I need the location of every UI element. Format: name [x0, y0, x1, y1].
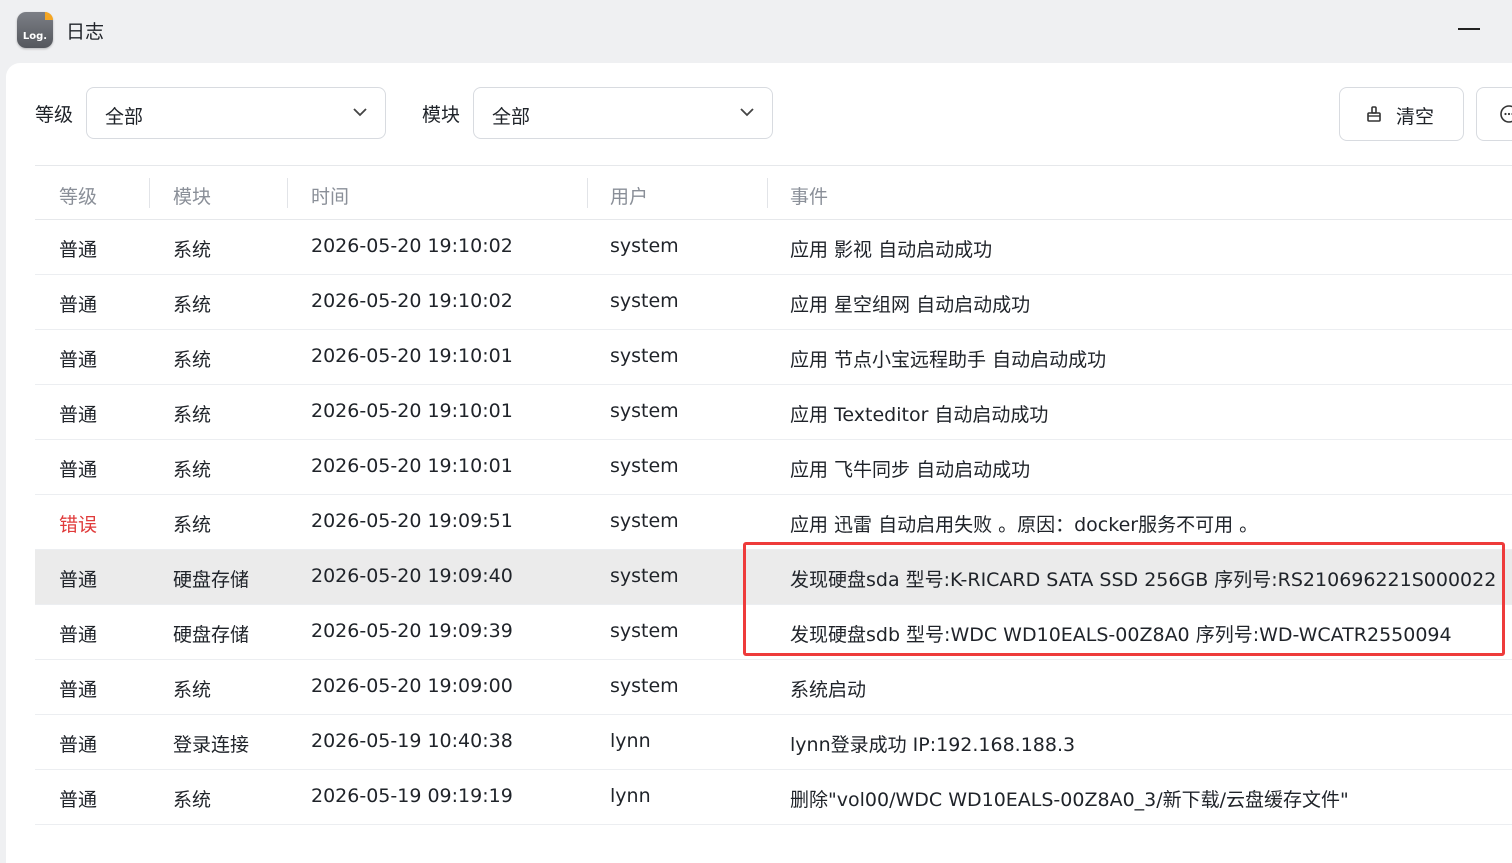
cell-module: 系统: [173, 679, 212, 701]
cell-event: 应用 Texteditor 自动启动成功: [790, 404, 1049, 426]
cell-level-error: 错误: [59, 514, 98, 536]
cell-module: 登录连接: [173, 734, 250, 756]
cell-time: 2026-05-20 19:10:01: [311, 455, 513, 477]
table-row[interactable]: 普通 系统 2026-05-20 19:10:01 system 应用 飞牛同步…: [35, 440, 1512, 495]
cell-user: system: [610, 620, 679, 642]
cell-time: 2026-05-20 19:09:00: [311, 675, 513, 697]
cell-user: lynn: [610, 785, 651, 807]
cell-event: 应用 飞牛同步 自动启动成功: [790, 459, 1031, 481]
cell-level: 普通: [59, 294, 98, 316]
table-row[interactable]: 普通 系统 2026-05-19 09:19:19 lynn 删除"vol00/…: [35, 770, 1512, 825]
cell-module: 硬盘存储: [173, 569, 250, 591]
cell-level: 普通: [59, 624, 98, 646]
header-level[interactable]: 等级: [59, 182, 97, 209]
cell-event: 发现硬盘sdb 型号:WDC WD10EALS-00Z8A0 序列号:WD-WC…: [790, 624, 1452, 646]
cell-event: 应用 影视 自动启动成功: [790, 239, 993, 261]
cell-time: 2026-05-20 19:10:01: [311, 400, 513, 422]
cell-level: 普通: [59, 679, 98, 701]
cell-module: 系统: [173, 459, 212, 481]
table-row[interactable]: 普通 系统 2026-05-20 19:09:00 system 系统启动: [35, 660, 1512, 715]
table-row[interactable]: 普通 系统 2026-05-20 19:10:02 system 应用 影视 自…: [35, 220, 1512, 275]
log-app-icon: Log.: [17, 12, 53, 48]
cell-time: 2026-05-19 10:40:38: [311, 730, 513, 752]
cell-user: system: [610, 235, 679, 257]
header-module[interactable]: 模块: [173, 182, 211, 209]
cell-user: system: [610, 675, 679, 697]
cell-module: 硬盘存储: [173, 624, 250, 646]
cell-module: 系统: [173, 294, 212, 316]
table-row[interactable]: 普通 系统 2026-05-20 19:10:01 system 应用 节点小宝…: [35, 330, 1512, 385]
cell-user: system: [610, 290, 679, 312]
header-user[interactable]: 用户: [610, 182, 648, 209]
cell-event: 发现硬盘sda 型号:K-RICARD SATA SSD 256GB 序列号:R…: [790, 569, 1497, 591]
broom-icon: [1367, 106, 1381, 122]
cell-level: 普通: [59, 789, 98, 811]
cell-level: 普通: [59, 459, 98, 481]
log-table: 等级 模块 时间 用户 事件 普通 系统 2026-05-20 19:10:02…: [35, 165, 1512, 825]
table-header: 等级 模块 时间 用户 事件: [35, 165, 1512, 220]
window-title: 日志: [66, 21, 105, 43]
cell-level: 普通: [59, 734, 98, 756]
cell-level: 普通: [59, 349, 98, 371]
level-select[interactable]: 全部: [86, 87, 386, 139]
chevron-down-icon: [740, 108, 754, 117]
cell-user: system: [610, 565, 679, 587]
cell-time: 2026-05-20 19:09:40: [311, 565, 513, 587]
cell-level: 普通: [59, 404, 98, 426]
clear-button[interactable]: 清空: [1339, 87, 1464, 141]
cell-event: 应用 节点小宝远程助手 自动启动成功: [790, 349, 1107, 371]
table-row[interactable]: 普通 系统 2026-05-20 19:10:02 system 应用 星空组网…: [35, 275, 1512, 330]
cell-module: 系统: [173, 404, 212, 426]
table-row-selected[interactable]: 普通 硬盘存储 2026-05-20 19:09:40 system 发现硬盘s…: [35, 550, 1512, 605]
cell-module: 系统: [173, 514, 212, 536]
header-event[interactable]: 事件: [790, 182, 828, 209]
module-select[interactable]: 全部: [473, 87, 773, 139]
cell-event: 系统启动: [790, 679, 867, 701]
cell-level: 普通: [59, 569, 98, 591]
cell-user: system: [610, 400, 679, 422]
cell-time: 2026-05-20 19:09:51: [311, 510, 513, 532]
cell-user: system: [610, 510, 679, 532]
cell-time: 2026-05-20 19:10:01: [311, 345, 513, 367]
module-filter-label: 模块: [422, 104, 461, 126]
header-time[interactable]: 时间: [311, 182, 349, 209]
title-bar: Log. 日志: [0, 0, 1512, 62]
table-row[interactable]: 错误 系统 2026-05-20 19:09:51 system 应用 迅雷 自…: [35, 495, 1512, 550]
cell-user: lynn: [610, 730, 651, 752]
cell-user: system: [610, 345, 679, 367]
minimize-button[interactable]: [1458, 28, 1480, 30]
more-button[interactable]: [1476, 87, 1512, 141]
level-select-value: 全部: [105, 106, 144, 128]
cell-module: 系统: [173, 349, 212, 371]
more-icon: [1500, 105, 1512, 123]
table-row[interactable]: 普通 登录连接 2026-05-19 10:40:38 lynn lynn登录成…: [35, 715, 1512, 770]
cell-time: 2026-05-20 19:10:02: [311, 290, 513, 312]
level-filter-label: 等级: [35, 104, 74, 126]
clear-button-label: 清空: [1396, 106, 1435, 128]
cell-time: 2026-05-20 19:10:02: [311, 235, 513, 257]
module-select-value: 全部: [492, 106, 531, 128]
cell-module: 系统: [173, 789, 212, 811]
table-row[interactable]: 普通 系统 2026-05-20 19:10:01 system 应用 Text…: [35, 385, 1512, 440]
cell-time: 2026-05-20 19:09:39: [311, 620, 513, 642]
cell-event: 应用 迅雷 自动启用失败 。原因：docker服务不可用 。: [790, 514, 1259, 536]
chevron-down-icon: [353, 108, 367, 117]
cell-event: lynn登录成功 IP:192.168.188.3: [790, 734, 1076, 756]
cell-module: 系统: [173, 239, 212, 261]
cell-user: system: [610, 455, 679, 477]
cell-level: 普通: [59, 239, 98, 261]
cell-time: 2026-05-19 09:19:19: [311, 785, 513, 807]
cell-event: 删除"vol00/WDC WD10EALS-00Z8A0_3/新下载/云盘缓存文…: [790, 789, 1349, 811]
cell-event: 应用 星空组网 自动启动成功: [790, 294, 1031, 316]
table-row[interactable]: 普通 硬盘存储 2026-05-20 19:09:39 system 发现硬盘s…: [35, 605, 1512, 660]
